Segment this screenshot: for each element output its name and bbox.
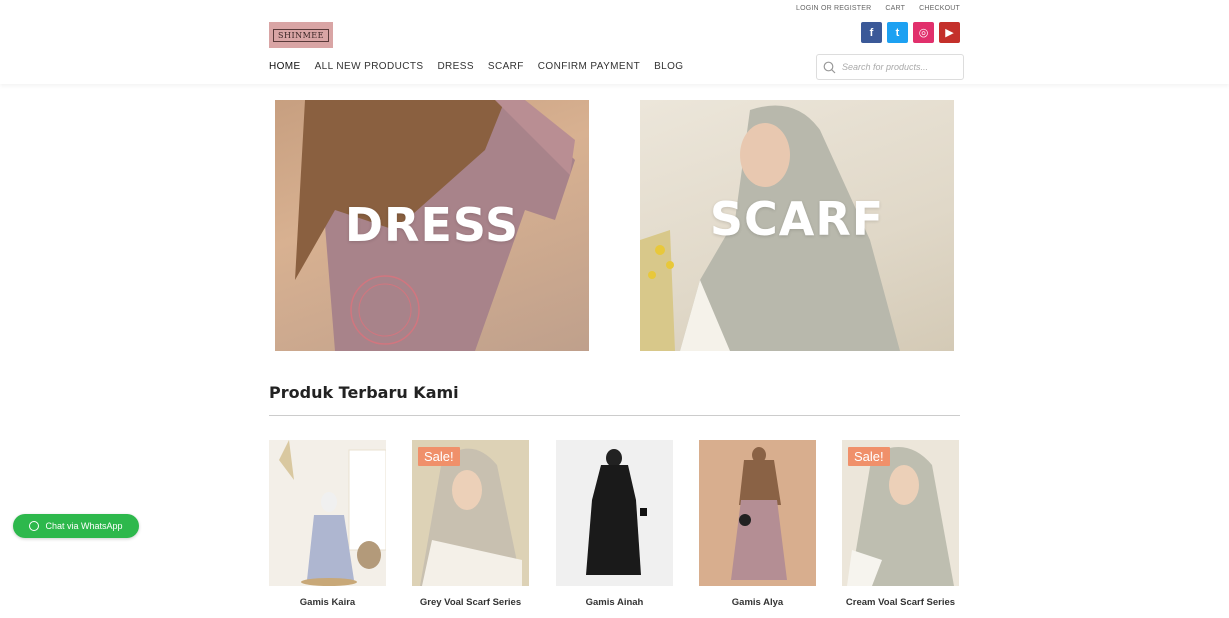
nav-blog[interactable]: BLOG <box>654 61 683 72</box>
product-image[interactable] <box>556 440 673 586</box>
scarf-banner-label: SCARF <box>709 192 885 246</box>
sale-badge: Sale! <box>848 447 890 466</box>
nav-dress[interactable]: DRESS <box>437 61 473 72</box>
nav-scarf[interactable]: SCARF <box>488 61 524 72</box>
product-card: Gamis Alya <box>699 440 816 608</box>
facebook-icon[interactable]: f <box>861 22 882 43</box>
product-image[interactable]: Sale! <box>412 440 529 586</box>
site-header: LOGIN OR REGISTER CART CHECKOUT SHINMEE … <box>0 0 1229 84</box>
product-image[interactable] <box>699 440 816 586</box>
product-image[interactable]: Sale! <box>842 440 959 586</box>
login-register-link[interactable]: LOGIN OR REGISTER <box>796 5 871 12</box>
checkout-link[interactable]: CHECKOUT <box>919 5 960 12</box>
nav-confirm-payment[interactable]: CONFIRM PAYMENT <box>538 61 640 72</box>
dress-banner[interactable]: DRESS <box>275 100 589 351</box>
nav-home[interactable]: HOME <box>269 61 301 72</box>
scarf-banner[interactable]: SCARF <box>640 100 954 351</box>
whatsapp-label: Chat via WhatsApp <box>45 521 123 531</box>
product-name[interactable]: Cream Voal Scarf Series <box>822 597 979 608</box>
search-icon[interactable] <box>823 61 836 74</box>
product-name[interactable]: Gamis Alya <box>679 597 836 608</box>
whatsapp-icon <box>29 521 40 531</box>
youtube-icon[interactable]: ▶ <box>939 22 960 43</box>
search-input[interactable] <box>842 62 952 72</box>
sale-badge: Sale! <box>418 447 460 466</box>
whatsapp-chat-button[interactable]: Chat via WhatsApp <box>13 514 139 538</box>
top-links: LOGIN OR REGISTER CART CHECKOUT <box>796 5 960 12</box>
cart-link[interactable]: CART <box>885 5 905 12</box>
nav-all-new-products[interactable]: ALL NEW PRODUCTS <box>315 61 424 72</box>
social-links: f t ◎ ▶ <box>861 22 960 43</box>
dress-banner-label: DRESS <box>344 198 520 252</box>
section-title: Produk Terbaru Kami <box>269 383 459 402</box>
logo-text: SHINMEE <box>273 28 329 42</box>
search-box <box>816 54 964 80</box>
product-card: Gamis Kaira <box>269 440 386 608</box>
section-divider <box>269 415 960 416</box>
main-nav: HOME ALL NEW PRODUCTS DRESS SCARF CONFIR… <box>269 61 683 72</box>
product-card: Sale! Grey Voal Scarf Series <box>412 440 529 608</box>
site-logo[interactable]: SHINMEE <box>269 22 333 48</box>
instagram-icon[interactable]: ◎ <box>913 22 934 43</box>
product-card: Sale! Cream Voal Scarf Series <box>842 440 959 608</box>
twitter-icon[interactable]: t <box>887 22 908 43</box>
product-name[interactable]: Grey Voal Scarf Series <box>392 597 549 608</box>
product-card: Gamis Ainah <box>556 440 673 608</box>
product-name[interactable]: Gamis Kaira <box>249 597 406 608</box>
product-image[interactable] <box>269 440 386 586</box>
product-name[interactable]: Gamis Ainah <box>536 597 693 608</box>
